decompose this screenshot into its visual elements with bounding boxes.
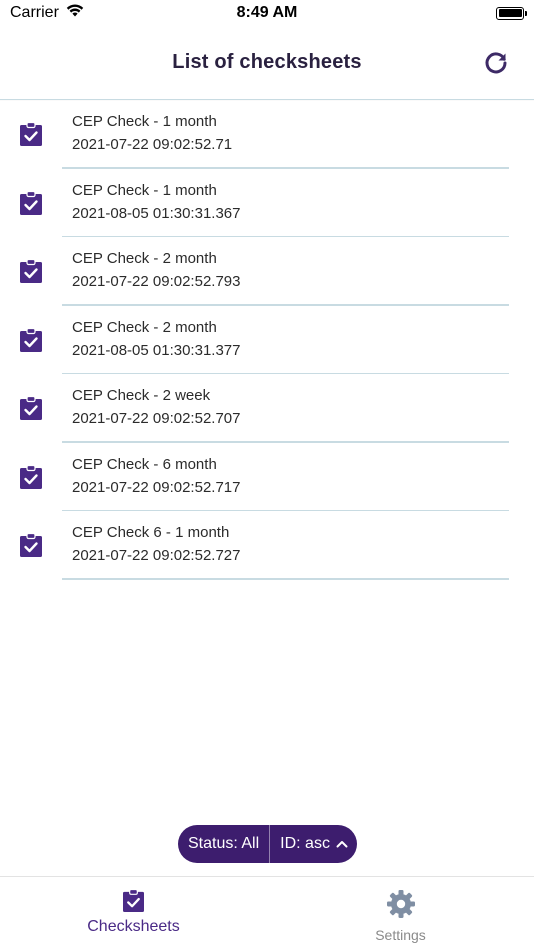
clipboard-check-icon — [20, 464, 42, 489]
checksheet-name: CEP Check 6 - 1 month — [72, 524, 230, 541]
clipboard-check-icon — [20, 190, 42, 215]
checksheet-text: CEP Check - 2 month 2021-08-05 01:30:31.… — [72, 316, 240, 362]
checksheet-timestamp: 2021-07-22 09:02:52.717 — [72, 478, 241, 496]
checksheet-name: CEP Check - 1 month — [72, 113, 217, 130]
checksheet-row[interactable]: CEP Check - 6 month 2021-07-22 09:02:52.… — [0, 443, 534, 511]
clipboard-check-icon — [20, 533, 42, 558]
checksheet-text: CEP Check - 1 month 2021-07-22 09:02:52.… — [72, 110, 232, 156]
chevron-up-icon — [336, 841, 348, 848]
nav-header: List of checksheets — [0, 26, 534, 100]
status-filter-button[interactable]: Status: All — [178, 825, 271, 863]
row-divider — [62, 578, 509, 580]
checksheet-timestamp: 2021-07-22 09:02:52.727 — [72, 547, 241, 564]
filter-sort-pill: Status: All ID: asc — [178, 825, 357, 863]
refresh-icon — [485, 51, 507, 73]
page-title: List of checksheets — [172, 51, 362, 73]
sort-order-label: ID: asc — [280, 835, 330, 852]
checksheet-row[interactable]: CEP Check - 1 month 2021-07-22 09:02:52.… — [0, 100, 534, 169]
checksheet-name: CEP Check - 6 month — [72, 455, 217, 473]
checksheet-name: CEP Check - 2 week — [72, 387, 211, 404]
checksheet-timestamp: 2021-08-05 01:30:31.367 — [72, 204, 241, 222]
checksheet-timestamp: 2021-08-05 01:30:31.377 — [72, 341, 241, 359]
checksheet-text: CEP Check - 2 month 2021-07-22 09:02:52.… — [72, 247, 240, 293]
checksheet-name: CEP Check - 2 month — [72, 250, 217, 267]
status-filter-label: Status: All — [188, 835, 260, 852]
checksheet-text: CEP Check - 1 month 2021-08-05 01:30:31.… — [72, 179, 240, 225]
sort-order-button[interactable]: ID: asc — [270, 825, 348, 863]
carrier-label: Carrier — [10, 4, 59, 21]
status-left: Carrier — [10, 3, 85, 23]
tab-settings-label: Settings — [375, 927, 426, 943]
clipboard-check-icon — [20, 122, 42, 147]
checksheet-row[interactable]: CEP Check - 2 month 2021-08-05 01:30:31.… — [0, 306, 534, 374]
checksheet-text: CEP Check - 6 month 2021-07-22 09:02:52.… — [72, 453, 240, 499]
wifi-icon — [65, 3, 85, 23]
checksheet-text: CEP Check - 2 week 2021-07-22 09:02:52.7… — [72, 384, 240, 430]
checksheet-text: CEP Check 6 - 1 month 2021-07-22 09:02:5… — [72, 521, 240, 567]
gear-icon — [386, 890, 415, 918]
checksheet-timestamp: 2021-07-22 09:02:52.707 — [72, 410, 241, 427]
tab-checksheets[interactable]: Checksheets — [0, 877, 267, 950]
status-bar: Carrier 8:49 AM — [0, 0, 534, 26]
checksheet-row[interactable]: CEP Check 6 - 1 month 2021-07-22 09:02:5… — [0, 511, 534, 580]
checksheet-name: CEP Check - 2 month — [72, 318, 217, 336]
clipboard-check-icon — [20, 327, 42, 352]
battery-icon — [496, 6, 527, 20]
app-screen: Carrier 8:49 AM List of checksheets CEP … — [0, 0, 534, 950]
checksheet-timestamp: 2021-07-22 09:02:52.71 — [72, 136, 233, 153]
tab-checksheets-label: Checksheets — [87, 918, 180, 935]
checksheet-row[interactable]: CEP Check - 2 week 2021-07-22 09:02:52.7… — [0, 374, 534, 443]
checksheet-list: CEP Check - 1 month 2021-07-22 09:02:52.… — [0, 100, 534, 580]
checksheet-timestamp: 2021-07-22 09:02:52.793 — [72, 273, 241, 290]
refresh-button[interactable] — [482, 49, 510, 77]
clipboard-check-icon — [20, 396, 42, 421]
clipboard-check-icon — [20, 259, 42, 284]
checksheet-name: CEP Check - 1 month — [72, 181, 217, 199]
tab-settings[interactable]: Settings — [267, 877, 534, 950]
tab-bar: Checksheets Settings — [0, 876, 534, 950]
checksheet-row[interactable]: CEP Check - 2 month 2021-07-22 09:02:52.… — [0, 237, 534, 306]
checksheet-row[interactable]: CEP Check - 1 month 2021-08-05 01:30:31.… — [0, 169, 534, 237]
clipboard-check-icon — [123, 889, 144, 912]
